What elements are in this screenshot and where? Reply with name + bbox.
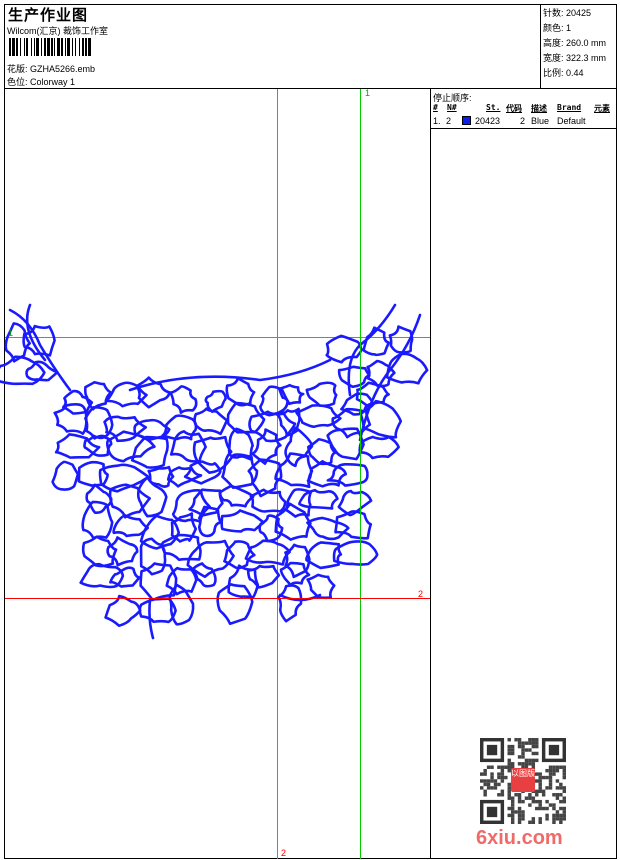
stitch-path bbox=[109, 566, 141, 588]
stitch-path bbox=[298, 488, 339, 510]
stitch-path bbox=[169, 385, 198, 414]
stitch-path bbox=[53, 403, 88, 435]
stitch-path bbox=[218, 484, 255, 508]
stitch-path bbox=[161, 533, 202, 562]
stitch-path bbox=[225, 376, 256, 407]
stitch-path bbox=[51, 460, 80, 491]
stitch-path bbox=[326, 462, 369, 487]
stitch-path bbox=[81, 500, 114, 540]
guide-label-v1: 1 bbox=[365, 88, 371, 98]
stitch-path bbox=[226, 401, 266, 434]
stitch-path bbox=[279, 561, 311, 587]
stitch-path bbox=[358, 435, 400, 460]
embroidery-design bbox=[0, 303, 429, 640]
stitch-path bbox=[259, 385, 289, 417]
stitch-path bbox=[220, 509, 266, 533]
design-canvas bbox=[0, 89, 430, 859]
stitch-path bbox=[223, 540, 256, 570]
stitch-path bbox=[136, 476, 168, 518]
guide-label-h1: 1 bbox=[8, 328, 14, 338]
stitch-path bbox=[193, 407, 229, 436]
stitch-path bbox=[305, 541, 343, 570]
stitch-path bbox=[305, 381, 338, 408]
stitch-path bbox=[169, 430, 207, 463]
stitch-path bbox=[216, 583, 254, 626]
stamp-logo: 以图版 bbox=[511, 768, 535, 792]
stitch-path bbox=[385, 352, 429, 385]
watermark-text: 6xiu.com bbox=[476, 827, 563, 849]
stitch-path bbox=[337, 365, 371, 389]
guide-label-h2: 2 bbox=[418, 589, 424, 599]
stitch-path bbox=[83, 380, 113, 411]
stitch-path bbox=[258, 514, 284, 543]
stitch-path bbox=[306, 516, 350, 541]
stitch-path bbox=[197, 505, 223, 538]
stitch-path bbox=[249, 488, 287, 513]
stitch-path bbox=[81, 535, 118, 568]
stitch-path bbox=[248, 410, 297, 443]
stitch-path bbox=[204, 389, 227, 414]
stitch-path bbox=[277, 584, 303, 623]
stitch-path bbox=[165, 566, 198, 596]
stitch-path bbox=[277, 383, 305, 406]
stitch-path bbox=[25, 303, 47, 362]
stitch-path bbox=[251, 428, 282, 465]
stitch-path bbox=[104, 594, 142, 628]
stitch-path bbox=[274, 502, 312, 541]
stitch-path bbox=[246, 564, 281, 589]
stitch-path bbox=[77, 460, 109, 487]
guide-label-v2: 2 bbox=[281, 848, 287, 858]
